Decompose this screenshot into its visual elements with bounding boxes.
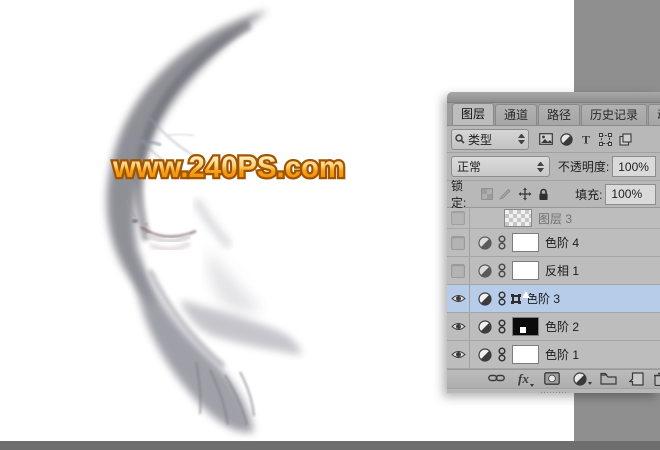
tab-layers[interactable]: 图层 [452, 103, 495, 125]
eye-empty-well [451, 263, 465, 278]
filter-pixel-layers-icon[interactable] [539, 133, 553, 145]
layer-name: 色阶 2 [545, 320, 580, 334]
filter-kind-label: 类型 [468, 132, 493, 147]
layers-list: 图层 3 色阶 4 反相 1 色阶 3 色阶 2 色阶 1 [447, 208, 660, 369]
lock-all-icon[interactable] [538, 188, 549, 201]
layer-name: 反相 1 [545, 264, 580, 278]
search-icon [455, 134, 465, 144]
lock-position-icon[interactable] [518, 187, 532, 201]
opacity-label: 不透明度: [557, 160, 610, 174]
delete-layer-trash-icon[interactable] [653, 372, 660, 386]
adjustment-layer-icon [478, 235, 492, 250]
grip-dots-icon [540, 391, 567, 393]
caret-icon [588, 381, 592, 385]
adjustment-layer-icon [478, 347, 492, 362]
panel-tab-strip: 图层 通道 路径 历史记录 动作 [447, 103, 660, 126]
caret-icon [529, 384, 534, 387]
blend-mode-select[interactable]: 正常 [451, 156, 550, 177]
link-layers-icon[interactable] [488, 372, 505, 384]
select-arrows-icon [518, 134, 525, 144]
visibility-toggle[interactable] [447, 285, 470, 312]
eye-icon [450, 321, 466, 332]
eye-icon [450, 349, 466, 360]
mask-white-area [520, 327, 526, 333]
selected-mask-frame [511, 290, 530, 304]
panel-dragbar[interactable] [447, 92, 660, 103]
tab-actions[interactable]: 动作 [648, 104, 660, 125]
visibility-toggle[interactable] [447, 341, 470, 368]
filter-kind-select[interactable]: 类型 [451, 128, 529, 150]
adjustment-layer-icon [478, 263, 492, 278]
mask-link-icon[interactable] [498, 235, 506, 250]
layer-row-levels1[interactable]: 色阶 1 [447, 341, 660, 369]
screen-bottom-bar [0, 441, 660, 450]
eye-icon [450, 293, 466, 304]
layer-row-levels3-selected[interactable]: 色阶 3 [447, 285, 660, 313]
visibility-toggle[interactable] [447, 208, 470, 228]
panel-bottom-iconbar: fx [447, 369, 660, 388]
lock-transparency-icon[interactable] [481, 188, 493, 200]
visibility-toggle[interactable] [447, 257, 470, 284]
new-layer-icon[interactable] [629, 372, 644, 386]
layer-name: 色阶 1 [545, 348, 580, 362]
fill-label: 填充: [575, 187, 603, 202]
eye-empty-well [451, 235, 465, 250]
lock-row: 锁定: 填充: 100% [447, 179, 660, 210]
opacity-field[interactable]: 100% [612, 156, 656, 177]
layer-mask-thumbnail-white[interactable] [512, 261, 539, 280]
filter-type-layers-icon[interactable]: T [580, 133, 592, 145]
layer-row-layer3[interactable]: 图层 3 [447, 208, 660, 229]
layer-row-levels4[interactable]: 色阶 4 [447, 229, 660, 257]
mask-white-area [522, 290, 530, 298]
layer-style-fx-icon[interactable]: fx [518, 372, 534, 387]
visibility-toggle[interactable] [447, 229, 470, 256]
layer-name: 图层 3 [538, 211, 573, 226]
filter-shape-layers-icon[interactable] [599, 132, 612, 146]
lock-pixels-brush-icon[interactable] [499, 188, 512, 200]
blend-mode-value: 正常 [457, 160, 482, 174]
mask-link-icon[interactable] [498, 263, 506, 278]
tab-history[interactable]: 历史记录 [581, 104, 648, 125]
layer-thumbnail-transparent[interactable] [504, 209, 532, 227]
fill-field[interactable]: 100% [605, 183, 656, 205]
new-group-folder-icon[interactable] [600, 372, 617, 385]
layers-panel: 图层 通道 路径 历史记录 动作 类型 T [447, 92, 660, 393]
lock-label: 锁定: [451, 179, 467, 210]
new-adjustment-layer-icon[interactable] [573, 372, 592, 386]
opacity-value: 100% [618, 159, 649, 174]
tab-paths[interactable]: 路径 [538, 104, 581, 125]
add-layer-mask-icon[interactable] [544, 372, 560, 385]
mask-link-icon[interactable] [498, 347, 506, 362]
layer-filter-row: 类型 T [447, 126, 660, 153]
layer-mask-thumbnail-white[interactable] [512, 233, 539, 252]
mask-link-icon[interactable] [498, 291, 506, 306]
layer-name: 色阶 3 [526, 292, 561, 306]
layer-mask-thumbnail-black[interactable] [512, 317, 539, 336]
filter-smart-objects-icon[interactable] [619, 132, 632, 146]
svg-text:T: T [582, 133, 590, 145]
filter-adjustment-layers-icon[interactable] [560, 132, 573, 146]
panel-resize-grip[interactable] [447, 388, 660, 393]
layer-name: 色阶 4 [545, 236, 580, 250]
select-arrows-icon [537, 162, 544, 172]
adjustment-layer-icon [478, 291, 492, 306]
layer-mask-thumbnail-white[interactable] [512, 345, 539, 364]
layer-row-levels2[interactable]: 色阶 2 [447, 313, 660, 341]
tab-channels[interactable]: 通道 [495, 104, 538, 125]
blend-mode-row: 正常 不透明度: 100% [447, 153, 660, 181]
layer-row-invert1[interactable]: 反相 1 [447, 257, 660, 285]
fill-value: 100% [611, 187, 643, 201]
visibility-toggle[interactable] [447, 313, 470, 340]
eye-empty-well [451, 211, 465, 225]
mask-link-icon[interactable] [498, 319, 506, 334]
adjustment-layer-icon [478, 319, 492, 334]
